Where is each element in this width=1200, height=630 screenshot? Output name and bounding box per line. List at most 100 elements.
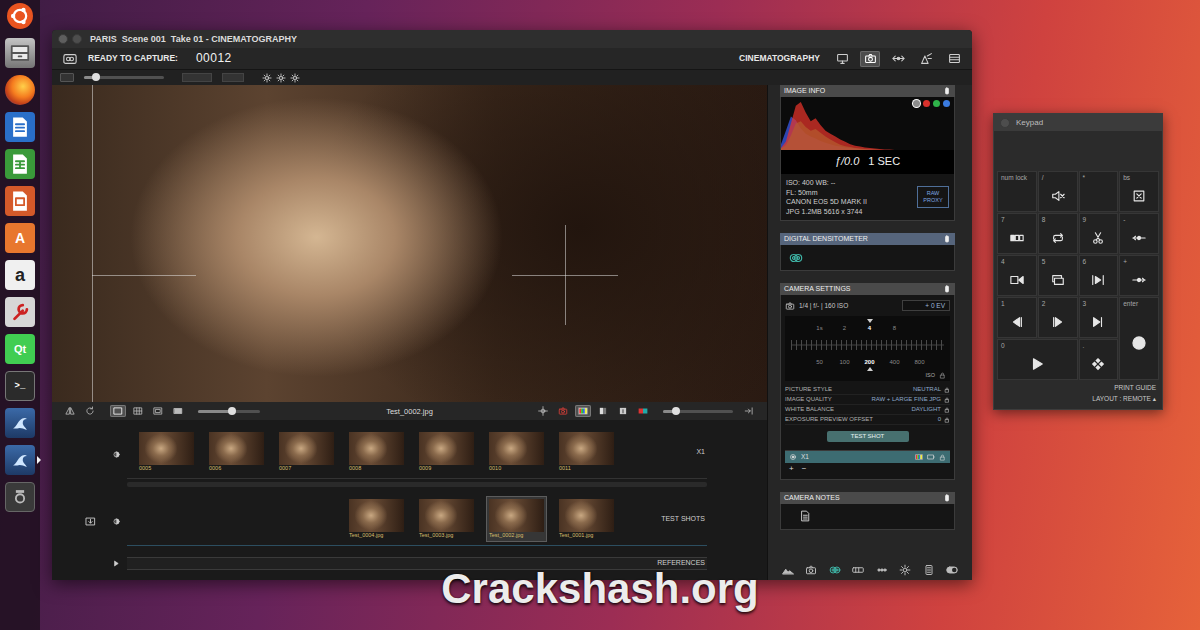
keypad-key[interactable]: 8 [1038, 213, 1078, 254]
channel-button[interactable] [923, 100, 930, 107]
frame-thumbnail[interactable]: 0008 [346, 429, 407, 475]
frame-thumbnail[interactable]: Test_0002.jpg [486, 496, 547, 542]
frame-thumbnail[interactable]: 0007 [276, 429, 337, 475]
scale-stop[interactable]: 400 [882, 358, 907, 372]
mode-button[interactable] [944, 51, 964, 67]
dock-item[interactable] [4, 37, 36, 69]
mode-button[interactable] [888, 51, 908, 67]
flip-button[interactable] [62, 405, 78, 417]
dock-item[interactable] [4, 481, 36, 513]
overlay-button[interactable] [615, 405, 631, 417]
keypad-key[interactable]: 2 [1038, 297, 1078, 338]
zoom-slider[interactable] [198, 410, 260, 413]
view-mode-button[interactable] [130, 405, 146, 417]
test-shot-button[interactable]: TEST SHOT [827, 431, 909, 442]
mode-button[interactable] [832, 51, 852, 67]
channel-button[interactable] [933, 100, 940, 107]
track-toggle[interactable] [112, 559, 121, 568]
dock-item[interactable]: Qt [4, 333, 36, 365]
dock-item[interactable] [4, 0, 36, 32]
dock-item[interactable]: a [4, 259, 36, 291]
scale-stop[interactable]: 100 [832, 358, 857, 372]
dock-item[interactable]: A [4, 222, 36, 254]
dock-item[interactable] [4, 407, 36, 439]
keypad-key[interactable]: 1 [997, 297, 1037, 338]
rotate-button[interactable] [82, 405, 98, 417]
view-mode-button[interactable] [110, 405, 126, 417]
dock-item[interactable] [4, 296, 36, 328]
go-live-button[interactable] [741, 405, 757, 417]
keypad-key[interactable]: + [1119, 255, 1159, 296]
keypad-key[interactable]: 3 [1079, 297, 1119, 338]
dock-item[interactable] [4, 74, 36, 106]
track-toggle[interactable] [112, 450, 121, 459]
raw-proxy-button[interactable]: RAW PROXY [917, 186, 949, 208]
scale-stop[interactable]: 50 [807, 358, 832, 372]
scale-stop[interactable]: 800 [907, 358, 932, 372]
overlay-button[interactable] [555, 405, 571, 417]
overlay-button[interactable] [635, 405, 651, 417]
keypad-key[interactable]: - [1119, 213, 1159, 254]
frame-thumbnail[interactable]: Test_0004.jpg [346, 496, 407, 542]
dock-item[interactable] [4, 148, 36, 180]
view-mode-button[interactable] [170, 405, 186, 417]
view-mode-button[interactable] [150, 405, 166, 417]
layout-selector[interactable]: LAYOUT : REMOTE ▴ [1000, 393, 1156, 404]
frame-thumbnail[interactable]: 0010 [486, 429, 547, 475]
ev-field[interactable]: + 0 EV [902, 300, 950, 312]
keypad-key[interactable]: . [1079, 339, 1119, 380]
frame-thumbnail[interactable]: Test_0001.jpg [556, 496, 617, 542]
channel-button[interactable] [943, 100, 950, 107]
dock-item[interactable] [4, 111, 36, 143]
keypad-key[interactable]: / [1038, 171, 1078, 212]
panel-button[interactable] [946, 564, 958, 576]
channel-button[interactable] [913, 100, 920, 107]
close-button[interactable] [1000, 118, 1010, 128]
setting-row[interactable]: IMAGE QUALITYRAW + LARGE FINE JPG [785, 395, 950, 405]
keypad-key[interactable]: 7 [997, 213, 1037, 254]
setting-row[interactable]: EXPOSURE PREVIEW OFFSET0 [785, 415, 950, 425]
setting-row[interactable]: WHITE BALANCEDAYLIGHT [785, 405, 950, 415]
keypad-key[interactable]: 6 [1079, 255, 1119, 296]
frame-thumbnail[interactable]: 0005 [136, 429, 197, 475]
mode-button[interactable] [860, 51, 880, 67]
playback-slider[interactable] [84, 76, 164, 79]
frame-thumbnail[interactable]: 0009 [416, 429, 477, 475]
dock-item[interactable] [4, 185, 36, 217]
scale-stop[interactable]: 4 [857, 318, 882, 332]
frame-thumbnail[interactable]: Test_0003.jpg [416, 496, 477, 542]
capture-mode-button[interactable] [60, 51, 80, 67]
keypad-key[interactable]: 0 [997, 339, 1078, 380]
panel-button[interactable] [899, 564, 911, 576]
dock-item[interactable] [4, 444, 36, 476]
panel-button[interactable] [805, 564, 817, 576]
keypad-key[interactable]: enter [1119, 297, 1159, 380]
keypad-key[interactable]: 5 [1038, 255, 1078, 296]
add-camera-button[interactable]: + [789, 464, 794, 474]
panel-button[interactable] [923, 564, 935, 576]
frame-view-button[interactable] [60, 73, 74, 82]
panel-button[interactable] [876, 564, 888, 576]
setting-row[interactable]: PICTURE STYLENEUTRAL [785, 385, 950, 395]
dock-item[interactable]: >_ [4, 370, 36, 402]
print-guide-button[interactable]: PRINT GUIDE [1000, 382, 1156, 393]
scale-stop[interactable]: 200 [857, 358, 882, 372]
overlay-button[interactable] [535, 405, 551, 417]
remove-camera-button[interactable]: − [802, 464, 807, 474]
scale-stop[interactable]: 8 [882, 318, 907, 332]
panel-button[interactable] [829, 564, 841, 576]
mode-button[interactable] [916, 51, 936, 67]
close-button[interactable] [58, 34, 68, 44]
camera-row[interactable]: X1 [785, 450, 950, 463]
import-button[interactable] [85, 516, 96, 527]
track-toggle[interactable] [112, 517, 121, 526]
panel-button[interactable] [782, 564, 794, 576]
keypad-key[interactable]: 4 [997, 255, 1037, 296]
keypad-key[interactable]: * [1079, 171, 1119, 212]
panel-button[interactable] [852, 564, 864, 576]
timeline-scrollbar[interactable] [127, 482, 707, 487]
scale-stop[interactable]: 2 [832, 318, 857, 332]
opacity-slider[interactable] [663, 410, 733, 413]
frame-thumbnail[interactable]: 0011 [556, 429, 617, 475]
keypad-key[interactable]: bs [1119, 171, 1159, 212]
